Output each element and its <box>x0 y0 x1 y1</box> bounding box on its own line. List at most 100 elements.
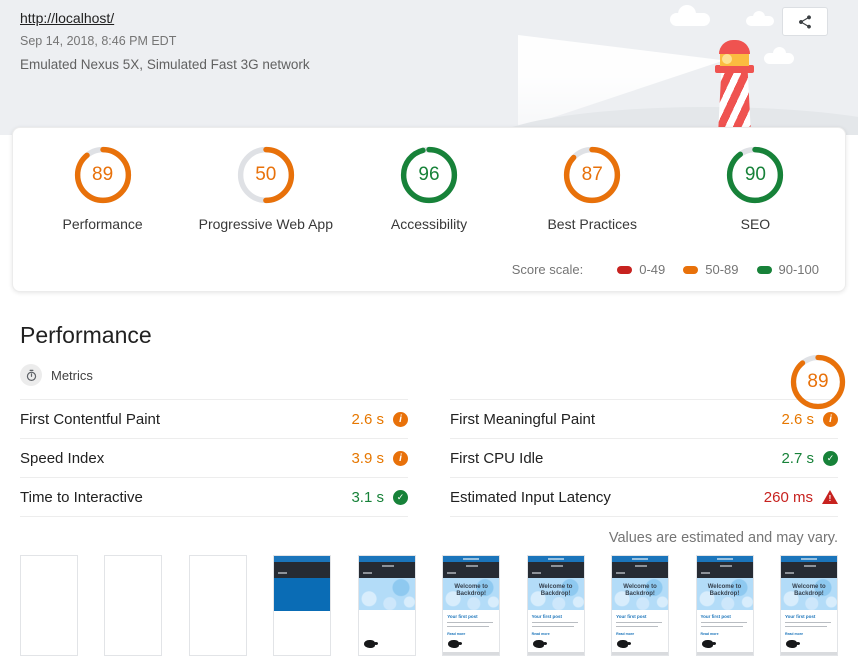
report-header: http://localhost/ Sep 14, 2018, 8:46 PM … <box>0 0 858 135</box>
metric-row: First Meaningful Paint 2.6 s i <box>450 400 838 439</box>
thumb-post-title: Your first post <box>447 614 495 619</box>
filmstrip-frame <box>358 555 416 656</box>
report-url-link[interactable]: http://localhost/ <box>20 10 114 26</box>
filmstrip-frame: Welcome to Backdrop!Your first postRead … <box>611 555 669 656</box>
thumb-welcome-text: Welcome to Backdrop! <box>787 584 831 599</box>
score-gauge[interactable]: 89 Performance <box>21 146 184 232</box>
scale-pill <box>617 266 632 274</box>
thumb-read-more: Read more <box>532 632 580 636</box>
score-scale-label: Score scale: <box>512 262 584 277</box>
filmstrip: Welcome to Backdrop! Your first post Read … <box>20 555 838 656</box>
metric-row: Speed Index 3.9 s i <box>20 439 408 478</box>
lighthouse-tower <box>718 71 751 135</box>
thumb-mascot <box>364 640 375 648</box>
metric-value: 3.1 s <box>351 489 384 506</box>
check-icon: ✓ <box>393 490 408 505</box>
thumb-footer-bar <box>612 652 668 655</box>
thumb-navbar <box>612 562 668 578</box>
thumb-navbar <box>528 562 584 578</box>
metric-value: 260 ms <box>764 489 813 506</box>
score-gauge[interactable]: 87 Best Practices <box>511 146 674 232</box>
metric-name: Estimated Input Latency <box>450 489 611 506</box>
thumb-footer-bar <box>443 652 499 655</box>
metric-name: First Meaningful Paint <box>450 411 595 428</box>
thumb-welcome-text: Welcome to Backdrop! <box>703 584 747 599</box>
lighthouse-gallery <box>715 65 754 73</box>
cloud-icon <box>670 13 710 26</box>
filmstrip-frame <box>104 555 162 656</box>
thumb-sky-block: Welcome to Backdrop! <box>443 578 499 610</box>
thumb-sky-block: Welcome to Backdrop! <box>612 578 668 610</box>
thumb-welcome-text: Welcome to Backdrop! <box>449 584 493 599</box>
metric-row: Estimated Input Latency 260 ms ! <box>450 478 838 517</box>
report-timestamp: Sep 14, 2018, 8:46 PM EDT <box>20 34 310 48</box>
thumb-post-title: Your first post <box>701 614 749 619</box>
score-gauge[interactable]: 50 Progressive Web App <box>184 146 347 232</box>
scale-pill <box>683 266 698 274</box>
cloud-icon <box>764 53 794 64</box>
scale-pill <box>757 266 772 274</box>
filmstrip-frame: Welcome to Backdrop! Your first postRead … <box>696 555 754 656</box>
stopwatch-icon <box>20 364 42 386</box>
thumb-mascot <box>448 640 459 648</box>
scale-range-label: 0-49 <box>639 262 665 277</box>
thumb-content: Your first post Read more <box>528 610 584 636</box>
metric-name: Speed Index <box>20 450 104 467</box>
metric-value-wrap: 260 ms ! <box>764 489 838 506</box>
thumb-content: Your first post Read more <box>443 610 499 636</box>
gauge-ring: 87 <box>563 146 621 204</box>
performance-score-gauge: 89 <box>790 354 846 410</box>
gauge-score: 89 <box>74 146 132 204</box>
metric-value: 2.6 s <box>351 411 384 428</box>
thumb-hero-block <box>274 578 330 611</box>
lighthouse-beam <box>518 35 724 129</box>
metric-value-wrap: 2.7 s ✓ <box>781 450 838 467</box>
thumb-navbar <box>781 562 837 578</box>
thumb-navbar <box>359 562 415 578</box>
gauge-score: 90 <box>726 146 784 204</box>
metric-row: First Contentful Paint 2.6 s i <box>20 400 408 439</box>
performance-section: Performance 89 Metrics First Contentful … <box>0 322 858 517</box>
thumb-post-title: Your first post <box>532 614 580 619</box>
gauge-ring: 89 <box>790 354 846 410</box>
thumb-content: Your first postRead more <box>781 610 837 636</box>
report-environment: Emulated Nexus 5X, Simulated Fast 3G net… <box>20 57 310 72</box>
thumb-navbar <box>274 562 330 578</box>
score-scale-item: 50-89 <box>683 262 738 277</box>
thumb-sky-block <box>359 578 415 610</box>
metric-value: 3.9 s <box>351 450 384 467</box>
score-gauge[interactable]: 90 SEO <box>674 146 837 232</box>
filmstrip-frame: Welcome to Backdrop! Your first post Read … <box>527 555 585 656</box>
share-icon <box>797 14 813 30</box>
scale-range-label: 50-89 <box>705 262 738 277</box>
thumb-navbar <box>697 562 753 578</box>
thumb-mascot <box>617 640 628 648</box>
check-icon: ✓ <box>823 451 838 466</box>
thumb-footer-bar <box>697 652 753 655</box>
thumb-welcome-text: Welcome to Backdrop! <box>618 584 662 599</box>
gauge-ring: 90 <box>726 146 784 204</box>
thumb-content: Your first postRead more <box>697 610 753 636</box>
metrics-column-left: First Contentful Paint 2.6 s i Speed Ind… <box>20 399 408 517</box>
thumb-read-more: Read more <box>447 632 495 636</box>
metrics-header-label: Metrics <box>51 368 93 383</box>
warning-icon: ! <box>822 490 838 504</box>
score-gauge[interactable]: 96 Accessibility <box>347 146 510 232</box>
thumb-sky-block: Welcome to Backdrop! <box>528 578 584 610</box>
score-gauges-row: 89 Performance 50 Progressive Web App 96… <box>13 128 845 232</box>
gauge-label: Best Practices <box>547 216 636 232</box>
metric-value: 2.6 s <box>781 411 814 428</box>
score-scale-legend: Score scale: 0-49 50-89 90-100 <box>13 232 845 291</box>
share-button[interactable] <box>782 7 828 36</box>
gauge-ring: 89 <box>74 146 132 204</box>
gauge-score: 87 <box>563 146 621 204</box>
gauge-score: 50 <box>237 146 295 204</box>
thumb-footer-bar <box>528 652 584 655</box>
thumb-sky-block: Welcome to Backdrop! <box>781 578 837 610</box>
filmstrip-frame: Welcome to Backdrop! Your first post Read … <box>442 555 500 656</box>
thumb-post-title: Your first post <box>785 614 833 619</box>
metrics-grid: First Contentful Paint 2.6 s i Speed Ind… <box>20 399 838 517</box>
thumb-footer-bar <box>781 652 837 655</box>
thumb-mascot <box>533 640 544 648</box>
gauge-ring: 50 <box>237 146 295 204</box>
